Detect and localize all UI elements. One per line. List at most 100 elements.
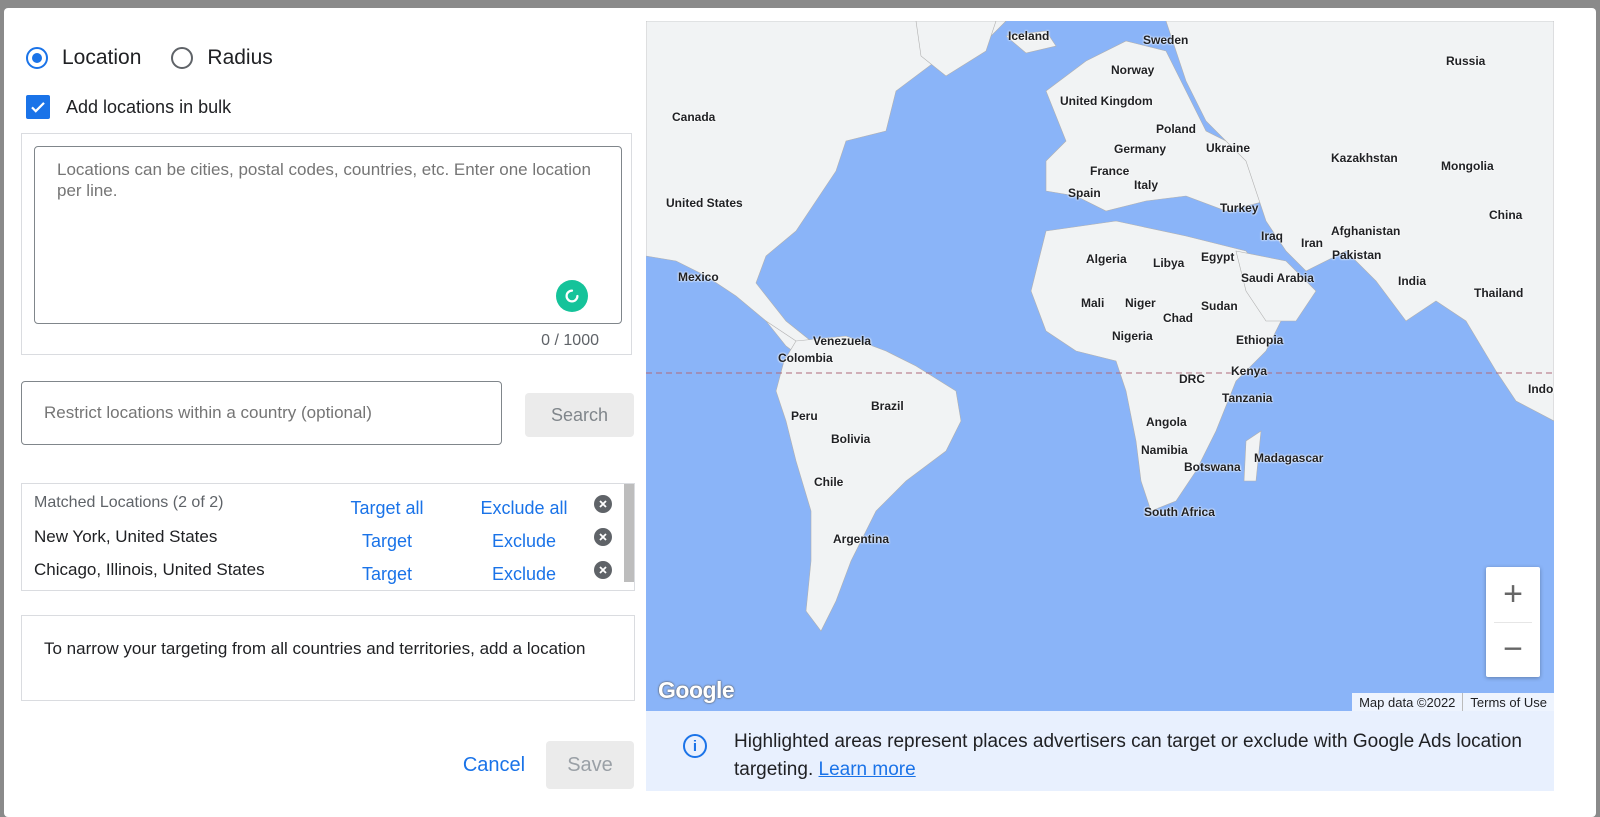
- map-label: Botswana: [1184, 460, 1241, 474]
- map-label: Argentina: [833, 532, 890, 546]
- bulk-locations-textarea[interactable]: [34, 146, 622, 324]
- map-label: Mongolia: [1441, 159, 1494, 173]
- map-label: Iran: [1301, 236, 1324, 250]
- matched-row: New York, United States Target Exclude: [22, 521, 622, 551]
- remove-icon[interactable]: [594, 561, 612, 579]
- map-label: DRC: [1179, 372, 1205, 386]
- zoom-divider: [1494, 622, 1532, 623]
- save-button[interactable]: Save: [546, 741, 634, 789]
- exclude-link[interactable]: Exclude: [492, 531, 556, 552]
- map-data-text: Map data ©2022: [1359, 694, 1456, 710]
- matched-header-row: Matched Locations (2 of 2) Target all Ex…: [22, 488, 622, 518]
- map-attribution: Map data ©2022 Terms of Use: [1352, 693, 1554, 711]
- map-label: United Kingdom: [1060, 94, 1153, 108]
- spinner-icon: [565, 289, 579, 303]
- map-label: Bolivia: [831, 432, 871, 446]
- map-label: Kenya: [1231, 364, 1268, 378]
- map-label: Spain: [1068, 186, 1101, 200]
- info-banner: i Highlighted areas represent places adv…: [646, 711, 1554, 791]
- map-label: Turkey: [1220, 201, 1259, 215]
- map-label: Canada: [672, 110, 716, 124]
- zoom-in-button[interactable]: +: [1486, 567, 1540, 622]
- map-label: Kazakhstan: [1331, 151, 1398, 165]
- map-label: Ukraine: [1206, 141, 1251, 155]
- target-link[interactable]: Target: [362, 531, 412, 552]
- map-label: Tanzania: [1222, 391, 1273, 405]
- bulk-entry-panel: 0 / 1000: [21, 133, 632, 355]
- radius-radio[interactable]: [171, 47, 194, 69]
- map-label: Saudi Arabia: [1241, 271, 1314, 285]
- location-name: New York, United States: [34, 527, 218, 546]
- map-label: Peru: [791, 409, 818, 423]
- checkmark-icon: [31, 102, 45, 113]
- info-text: Highlighted areas represent places adver…: [734, 728, 1544, 784]
- map-label: Pakistan: [1332, 248, 1382, 262]
- matched-locations-list: Matched Locations (2 of 2) Target all Ex…: [21, 483, 635, 591]
- exclude-link[interactable]: Exclude: [492, 564, 556, 585]
- info-icon: i: [683, 734, 707, 758]
- scrollbar[interactable]: [624, 484, 634, 582]
- map-label: India: [1398, 274, 1427, 288]
- map-label: France: [1090, 164, 1130, 178]
- map-label: Sweden: [1143, 33, 1189, 47]
- map-label: Namibia: [1141, 443, 1188, 457]
- matched-header: Matched Locations (2 of 2): [34, 494, 224, 511]
- targeting-note: To narrow your targeting from all countr…: [21, 615, 635, 701]
- map-label: Algeria: [1086, 252, 1127, 266]
- map-label: Ethiopia: [1236, 333, 1284, 347]
- target-link[interactable]: Target: [362, 564, 412, 585]
- mode-radio-group: Location Radius: [26, 42, 303, 74]
- map-label: United States: [666, 196, 743, 210]
- map-label: Sudan: [1201, 299, 1238, 313]
- map-label: Iceland: [1008, 29, 1050, 43]
- bulk-checkbox-label[interactable]: Add locations in bulk: [66, 97, 231, 118]
- google-logo: Google: [658, 677, 735, 703]
- terms-of-use-link[interactable]: Terms of Use: [1463, 695, 1554, 710]
- learn-more-link[interactable]: Learn more: [819, 759, 916, 780]
- matched-row: Chicago, Illinois, United States Target …: [22, 554, 622, 584]
- map-label: Thailand: [1474, 286, 1524, 300]
- remove-icon[interactable]: [594, 528, 612, 546]
- character-counter: 0 / 1000: [541, 332, 599, 349]
- bulk-checkbox-row: Add locations in bulk: [26, 94, 231, 120]
- map-label: Nigeria: [1112, 329, 1153, 343]
- map-label: Mali: [1081, 296, 1105, 310]
- map-label: Libya: [1153, 256, 1185, 270]
- restrict-country-input[interactable]: [21, 381, 502, 445]
- cancel-button[interactable]: Cancel: [456, 745, 532, 785]
- target-all-link[interactable]: Target all: [350, 498, 423, 519]
- map-label: Egypt: [1201, 250, 1235, 264]
- map-land-shapes: [646, 21, 1554, 632]
- map-label: Niger: [1125, 296, 1156, 310]
- map-label: Angola: [1146, 415, 1187, 429]
- zoom-out-button[interactable]: −: [1486, 622, 1540, 677]
- world-map[interactable]: Iceland Sweden Norway Russia Canada Unit…: [646, 21, 1554, 711]
- map-label: Colombia: [778, 351, 833, 365]
- map-label: South Africa: [1144, 505, 1215, 519]
- grammarly-icon[interactable]: [556, 280, 588, 312]
- map-label: Norway: [1111, 63, 1155, 77]
- map-label: Indor: [1528, 382, 1554, 396]
- radius-radio-label[interactable]: Radius: [207, 46, 272, 70]
- location-radio-label[interactable]: Location: [62, 46, 141, 70]
- map-label: China: [1489, 208, 1523, 222]
- map-label: Russia: [1446, 54, 1486, 68]
- exclude-all-link[interactable]: Exclude all: [480, 498, 567, 519]
- map-label: Chile: [814, 475, 844, 489]
- map-label: Germany: [1114, 142, 1167, 156]
- map-label: Mexico: [678, 270, 719, 284]
- search-button[interactable]: Search: [525, 393, 634, 437]
- location-radio[interactable]: [26, 47, 48, 69]
- remove-all-icon[interactable]: [594, 495, 612, 513]
- map-label: Afghanistan: [1331, 224, 1401, 238]
- map-label: Brazil: [871, 399, 904, 413]
- location-name: Chicago, Illinois, United States: [34, 560, 265, 579]
- location-dialog: Location Radius Add locations in bulk 0 …: [4, 8, 1596, 817]
- map-label: Venezuela: [813, 334, 872, 348]
- zoom-control: + −: [1486, 567, 1540, 677]
- bulk-checkbox[interactable]: [26, 95, 50, 119]
- map-label: Iraq: [1261, 229, 1284, 243]
- map-label: Madagascar: [1254, 451, 1324, 465]
- map-label: Chad: [1163, 311, 1193, 325]
- map-label: Italy: [1134, 178, 1159, 192]
